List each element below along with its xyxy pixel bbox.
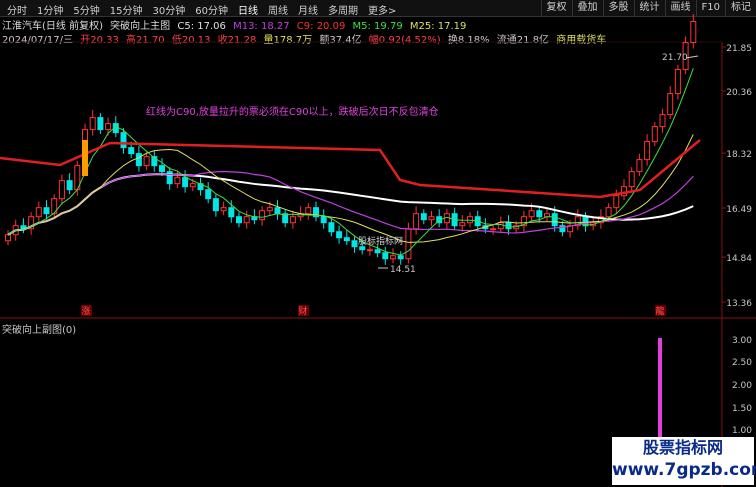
watermark-title: 股票指标网 — [642, 438, 723, 457]
candle-body-53 — [413, 213, 420, 230]
price-tick-5: 13.36 — [726, 299, 752, 309]
site-watermark: 股票指标网 www.7gpzb.com — [612, 437, 756, 485]
candle-body-71 — [551, 213, 558, 227]
watermark-url: www.7gpzb.com — [612, 460, 756, 480]
sub-signal-bar-1 — [658, 338, 662, 446]
candle-body-28 — [220, 207, 227, 212]
candle-body-24 — [189, 183, 196, 188]
marker-text-1: 财 — [298, 305, 307, 317]
price-tick-3: 16.49 — [726, 205, 752, 215]
candle-body-34 — [266, 207, 273, 212]
candle-body-11 — [89, 117, 96, 131]
candle-body-55 — [428, 216, 435, 221]
sub-tick-1: 2.50 — [732, 358, 752, 368]
candle-body-52 — [405, 228, 412, 260]
candle-body-12 — [97, 117, 104, 131]
candle-body-89 — [690, 20, 697, 43]
price-tick-2: 18.32 — [726, 150, 752, 160]
candle-body-87 — [674, 69, 681, 95]
candle-body-64 — [497, 222, 504, 230]
candle-body-5 — [43, 207, 50, 215]
sub-tick-4: 1.00 — [732, 426, 752, 436]
candle-body-39 — [305, 207, 312, 215]
ma-green-line — [7, 68, 694, 256]
low-annotation: 14.51 — [390, 265, 416, 275]
candle-body-45 — [351, 240, 358, 248]
c90-red-line — [0, 139, 701, 199]
candle-body-78 — [605, 207, 612, 218]
candle-body-29 — [228, 207, 235, 218]
candle-body-63 — [490, 228, 497, 231]
candle-body-69 — [536, 210, 543, 218]
candle-body-41 — [320, 216, 327, 224]
candle-body-8 — [66, 180, 73, 191]
candle-body-30 — [236, 216, 242, 224]
candle-body-20 — [159, 165, 165, 173]
candle-body-83 — [644, 141, 651, 161]
marker-text-2: 龍 — [655, 305, 664, 317]
candle-body-85 — [659, 114, 666, 128]
sub-chart-title: 突破向上副图(0) — [2, 325, 77, 336]
candle-body-13 — [105, 123, 112, 131]
candle-body-46 — [359, 246, 366, 251]
candle-body-7 — [58, 180, 65, 200]
candle-body-33 — [259, 210, 266, 221]
candle-body-68 — [528, 210, 535, 218]
candle-body-15 — [120, 132, 127, 149]
candle-body-59 — [459, 222, 466, 227]
candle-body-54 — [420, 213, 427, 221]
high-annotation: 21.70 — [662, 53, 688, 63]
candle-body-43 — [336, 231, 343, 239]
candlestick-chart[interactable]: 21.85 20.36 18.32 16.49 14.84 13.36 3.00 2.50 2.… — [0, 0, 756, 487]
candle-body-81 — [628, 171, 635, 188]
candle-body-48 — [374, 249, 381, 254]
candle-body-65 — [505, 222, 512, 230]
candle-body-51 — [397, 255, 404, 260]
candle-body-27 — [212, 198, 219, 212]
candle-body-16 — [128, 147, 135, 155]
candle-body-84 — [651, 126, 658, 143]
candle-body-50 — [390, 255, 396, 260]
legend-annotation: 股标指标网 — [358, 235, 403, 247]
sub-tick-0: 3.00 — [732, 336, 752, 346]
candle-body-86 — [667, 93, 674, 116]
candle-body-18 — [143, 156, 150, 167]
price-tick-0: 21.85 — [726, 44, 752, 54]
marker-text-0: 涨 — [81, 306, 90, 317]
candle-body-23 — [182, 177, 189, 188]
candle-body-0 — [5, 234, 11, 242]
sub-tick-2: 2.00 — [732, 381, 752, 391]
candle-body-60 — [467, 216, 473, 224]
candle-body-44 — [343, 237, 350, 242]
candle-body-31 — [243, 216, 250, 224]
candle-body-47 — [366, 249, 373, 252]
candle-body-37 — [289, 216, 296, 224]
price-tick-4: 14.84 — [726, 254, 752, 264]
price-tick-1: 20.36 — [726, 88, 752, 98]
signal-bar — [82, 140, 88, 176]
sub-tick-3: 1.50 — [732, 404, 752, 414]
candle-body-4 — [35, 207, 42, 218]
candle-body-49 — [382, 252, 389, 260]
candle-body-26 — [205, 189, 212, 200]
candle-body-22 — [174, 177, 181, 185]
candle-body-42 — [328, 222, 335, 233]
candle-body-79 — [613, 195, 620, 209]
candle-body-35 — [274, 207, 281, 215]
candle-body-82 — [636, 159, 643, 173]
candle-body-17 — [135, 153, 142, 167]
